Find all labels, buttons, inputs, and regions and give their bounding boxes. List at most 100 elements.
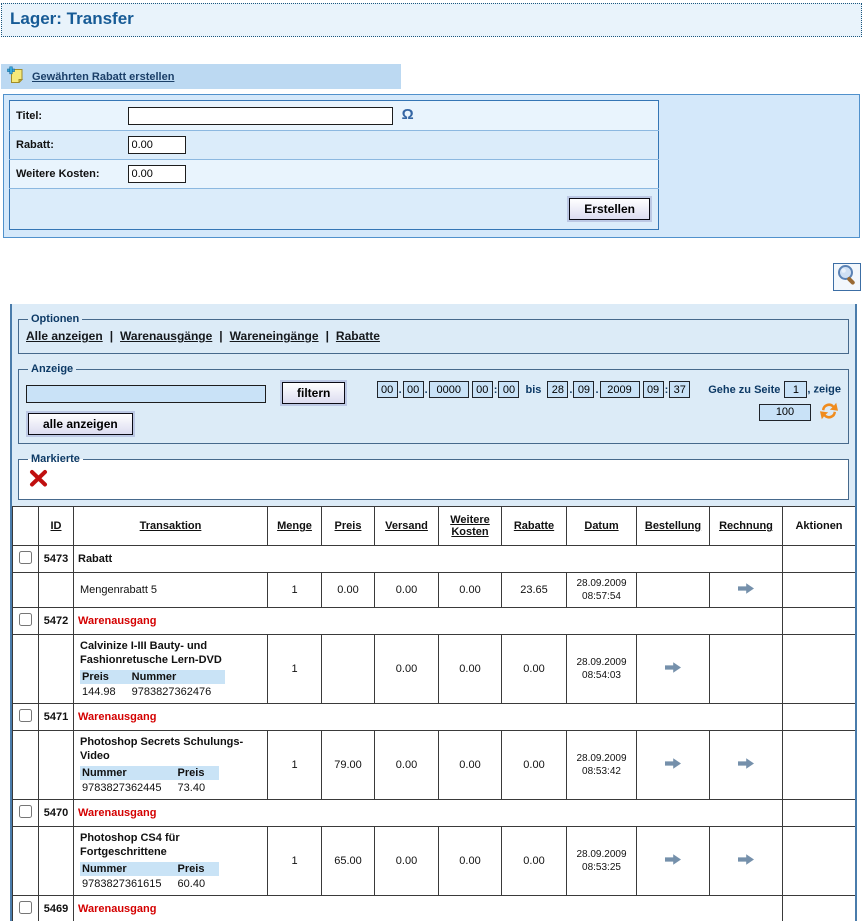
alle-anzeigen-button[interactable]: alle anzeigen (28, 413, 133, 435)
transaction-type-row: 5473 Rabatt (13, 546, 856, 573)
date-to-month-input[interactable] (573, 381, 594, 398)
separator: | (326, 329, 329, 343)
weitere-kosten-input[interactable] (128, 165, 186, 183)
row-checkbox[interactable] (19, 805, 32, 818)
transaction-cell: Photoshop Secrets Schulungs-VideoNummerP… (74, 731, 268, 800)
transaction-id: 5470 (39, 800, 74, 827)
time-to-hour-input[interactable] (643, 381, 664, 398)
weitere-kosten-cell: 0.00 (439, 731, 502, 800)
time-from-minute-input[interactable] (498, 381, 519, 398)
empty-cell (13, 827, 39, 896)
date-to-year-input[interactable] (600, 381, 640, 398)
sort-weitere-kosten-link[interactable]: Weitere Kosten (450, 514, 490, 538)
weitere-kosten-cell: 0.00 (439, 635, 502, 704)
magnifier-icon (836, 264, 858, 291)
main-container: Optionen Alle anzeigen|Warenausgänge|War… (10, 304, 857, 921)
filtern-button[interactable]: filtern (282, 382, 345, 404)
aktionen-cell (783, 827, 856, 896)
rechnung-arrow-icon[interactable] (738, 758, 754, 772)
separator: | (110, 329, 113, 343)
header-checkbox-col (13, 507, 39, 546)
empty-cell (13, 731, 39, 800)
empty-cell (39, 731, 74, 800)
filter-link-rabatte[interactable]: Rabatte (336, 329, 380, 343)
time-separator: : (494, 384, 498, 396)
transaction-type-row: 5469 Warenausgang (13, 896, 856, 921)
attribute-value: 144.98 (80, 684, 130, 699)
checkbox-cell (13, 608, 39, 635)
create-rabatt-link[interactable]: Gewährten Rabatt erstellen (32, 71, 174, 83)
sort-preis-link[interactable]: Preis (335, 520, 362, 532)
page-header: Lager: Transfer (1, 3, 862, 37)
per-page-input[interactable] (759, 404, 811, 421)
anzeige-legend: Anzeige (28, 363, 76, 375)
date-from-year-input[interactable] (429, 381, 469, 398)
empty-cell (39, 573, 74, 608)
sort-transaktion-link[interactable]: Transaktion (140, 520, 202, 532)
bestellung-cell (637, 573, 710, 608)
date-to-day-input[interactable] (547, 381, 568, 398)
titel-input[interactable] (128, 107, 393, 125)
aktionen-cell (783, 546, 856, 573)
checkbox-cell (13, 704, 39, 731)
aktionen-cell (783, 573, 856, 608)
date-separator: . (595, 384, 598, 396)
delete-marked-button[interactable] (28, 469, 48, 493)
rechnung-arrow-icon[interactable] (738, 854, 754, 868)
sort-id-link[interactable]: ID (51, 520, 62, 532)
rabatt-row: Rabatt: (10, 131, 659, 160)
page: Lager: Transfer Gewährten Rabatt erstell… (0, 0, 863, 921)
filter-link-warenausgaenge[interactable]: Warenausgänge (120, 329, 212, 343)
filter-link-wareneingaenge[interactable]: Wareneingänge (230, 329, 319, 343)
row-checkbox[interactable] (19, 709, 32, 722)
special-chars-omega-icon[interactable]: Ω (402, 106, 414, 123)
sort-rechnung-link[interactable]: Rechnung (719, 520, 773, 532)
row-checkbox[interactable] (19, 613, 32, 626)
search-toggle-button[interactable] (833, 263, 861, 291)
rabatt-input[interactable] (128, 136, 186, 154)
erstellen-button[interactable]: Erstellen (569, 198, 650, 220)
anzeige-fieldset: Anzeige filtern alle anzeigen .. :bis.. … (18, 363, 849, 444)
date-from-day-input[interactable] (377, 381, 398, 398)
separator: | (219, 329, 222, 343)
aktionen-cell (783, 608, 856, 635)
time-from-hour-input[interactable] (472, 381, 493, 398)
attribute-value: 73.40 (176, 780, 220, 795)
refresh-icon[interactable] (819, 402, 839, 423)
date-range-row: .. :bis.. :Gehe zu Seite, zeige (377, 381, 841, 398)
row-checkbox[interactable] (19, 901, 32, 914)
attribute-label: Preis (176, 862, 220, 876)
weitere-kosten-cell: 0.00 (439, 827, 502, 896)
bestellung-arrow-icon[interactable] (665, 758, 681, 772)
attribute-value: 9783827362445 (80, 780, 176, 795)
sort-menge-link[interactable]: Menge (277, 520, 312, 532)
header-datum: Datum (567, 507, 637, 546)
attribute-values-row: 978382736161560.40 (80, 876, 219, 891)
rabatte-cell: 0.00 (502, 827, 567, 896)
sort-datum-link[interactable]: Datum (584, 520, 618, 532)
markierte-legend: Markierte (28, 453, 83, 465)
time-to-minute-input[interactable] (669, 381, 690, 398)
transaction-type-row: 5472 Warenausgang (13, 608, 856, 635)
bestellung-arrow-icon[interactable] (665, 662, 681, 676)
weitere-kosten-cell: 0.00 (439, 573, 502, 608)
product-attributes: NummerPreis978382736161560.40 (80, 862, 219, 891)
row-checkbox[interactable] (19, 551, 32, 564)
sort-bestellung-link[interactable]: Bestellung (645, 520, 701, 532)
rechnung-arrow-icon[interactable] (738, 583, 754, 597)
sort-rabatte-link[interactable]: Rabatte (514, 520, 554, 532)
bestellung-arrow-icon[interactable] (665, 854, 681, 868)
sort-versand-link[interactable]: Versand (385, 520, 428, 532)
filter-link-alle-anzeigen[interactable]: Alle anzeigen (26, 329, 103, 343)
preis-cell (322, 635, 375, 704)
goto-page-input[interactable] (784, 381, 807, 398)
transaction-id: 5469 (39, 896, 74, 921)
rabatte-cell: 23.65 (502, 573, 567, 608)
transaction-type-label: Warenausgang (74, 608, 783, 635)
rechnung-cell (710, 827, 783, 896)
date-from-month-input[interactable] (403, 381, 424, 398)
bestellung-cell (637, 827, 710, 896)
header-transaktion: Transaktion (74, 507, 268, 546)
filter-input[interactable] (26, 385, 266, 403)
transaction-type-label: Warenausgang (74, 800, 783, 827)
